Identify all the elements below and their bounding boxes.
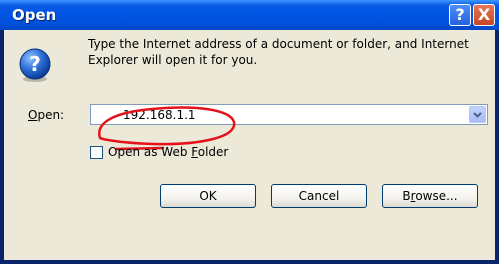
address-input[interactable]: 192.168.1.1 bbox=[123, 108, 196, 122]
dropdown-button[interactable] bbox=[469, 106, 486, 123]
close-icon[interactable]: X bbox=[473, 4, 495, 26]
svg-text:?: ? bbox=[29, 52, 41, 76]
web-folder-label[interactable]: Open as Web Folder bbox=[108, 145, 228, 159]
browse-button[interactable]: Browse... bbox=[382, 184, 478, 208]
browse-label-pre: B bbox=[402, 189, 411, 203]
web-folder-checkbox[interactable] bbox=[90, 146, 103, 159]
title-bar[interactable]: Open ? X bbox=[0, 0, 499, 30]
address-combobox[interactable]: 192.168.1.1 bbox=[90, 104, 488, 125]
web-folder-label-pre: Open as Web bbox=[108, 145, 192, 159]
dialog-title: Open bbox=[12, 6, 57, 24]
dialog-body: ? Type the Internet address of a documen… bbox=[4, 30, 495, 260]
browse-label-post: owse... bbox=[415, 189, 458, 203]
open-dialog: Open ? X ? Type the Internet address of … bbox=[0, 0, 499, 264]
question-icon: ? bbox=[19, 48, 51, 82]
open-label-rest: pen: bbox=[37, 108, 65, 122]
ok-button[interactable]: OK bbox=[160, 184, 256, 208]
help-icon[interactable]: ? bbox=[449, 4, 471, 26]
prompt-text: Type the Internet address of a document … bbox=[88, 37, 469, 67]
web-folder-label-post: older bbox=[197, 145, 229, 159]
cancel-button[interactable]: Cancel bbox=[271, 184, 367, 208]
chevron-down-icon bbox=[473, 112, 482, 118]
open-label: Open: bbox=[28, 108, 64, 122]
